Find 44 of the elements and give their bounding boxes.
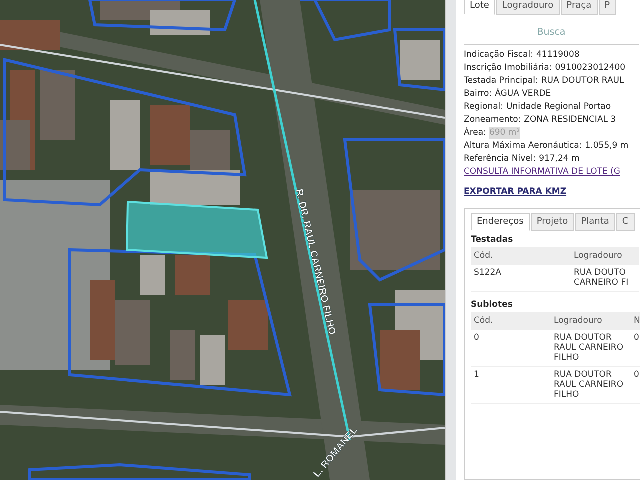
table-cell: 0 (471, 330, 551, 367)
tab[interactable]: Projeto (530, 213, 574, 231)
tab[interactable]: P (598, 0, 616, 15)
detail-label: Área: (464, 127, 486, 139)
table-cell: RUA DOUTOR RAUL CARNEIRO FILHO (551, 330, 631, 367)
detail-value: RUA DOUTOR RAUL (541, 75, 624, 87)
detail-label: Inscrição Imobiliária: (464, 62, 552, 74)
detail-value: 41119008 (536, 49, 580, 61)
detail-value: 0910023012400 (555, 62, 626, 74)
detail-value: 690 m² (489, 127, 520, 139)
detail-value: 917,24 m (539, 153, 580, 165)
column-header: Logradouro (551, 312, 631, 330)
export-link[interactable]: EXPORTAR PARA KMZ (464, 186, 640, 198)
table-cell: RUA DOUTO CARNEIRO FI (571, 265, 639, 292)
detail-label: Regional: (464, 101, 504, 113)
splitter-bar[interactable] (445, 0, 456, 480)
table-cell: 0 (631, 367, 640, 404)
consult-link[interactable]: CONSULTA INFORMATIVA DE LOTE (G (464, 166, 640, 178)
column-header: N (631, 312, 640, 330)
table-cell: 0 (631, 330, 640, 367)
detail-label: Referência Nível: (464, 153, 536, 165)
column-header: Logradouro (571, 247, 639, 265)
tab[interactable]: Lote (464, 0, 496, 15)
table-cell: RUA DOUTOR RAUL CARNEIRO FILHO (551, 367, 631, 404)
detail-label: Testada Principal: (464, 75, 538, 87)
tab[interactable]: Planta (575, 213, 616, 231)
detail-label: Indicação Fiscal: (464, 49, 534, 61)
detail-value: ÁGUA VERDE (495, 88, 552, 100)
detail-value: 1.055,9 m (585, 140, 629, 152)
detail-value: ZONA RESIDENCIAL 3 (524, 114, 616, 126)
section-title: Sublotes (471, 300, 514, 310)
section-title: Testadas (471, 235, 514, 245)
detail-value: Unidade Regional Portao (506, 101, 612, 113)
table-cell: 1 (471, 367, 551, 404)
table-cell: S122A (471, 265, 571, 292)
tab[interactable]: Praça (560, 0, 598, 15)
column-header: Cód. (471, 312, 551, 330)
detail-label: Bairro: (464, 88, 492, 100)
detail-label: Zoneamento: (464, 114, 522, 126)
column-header: Cód. (471, 247, 571, 265)
detail-label: Altura Máxima Aeronáutica: (464, 140, 582, 152)
tab[interactable]: Logradouro (496, 0, 560, 15)
tab[interactable]: Endereços (471, 213, 530, 231)
tab[interactable]: C (616, 213, 635, 231)
